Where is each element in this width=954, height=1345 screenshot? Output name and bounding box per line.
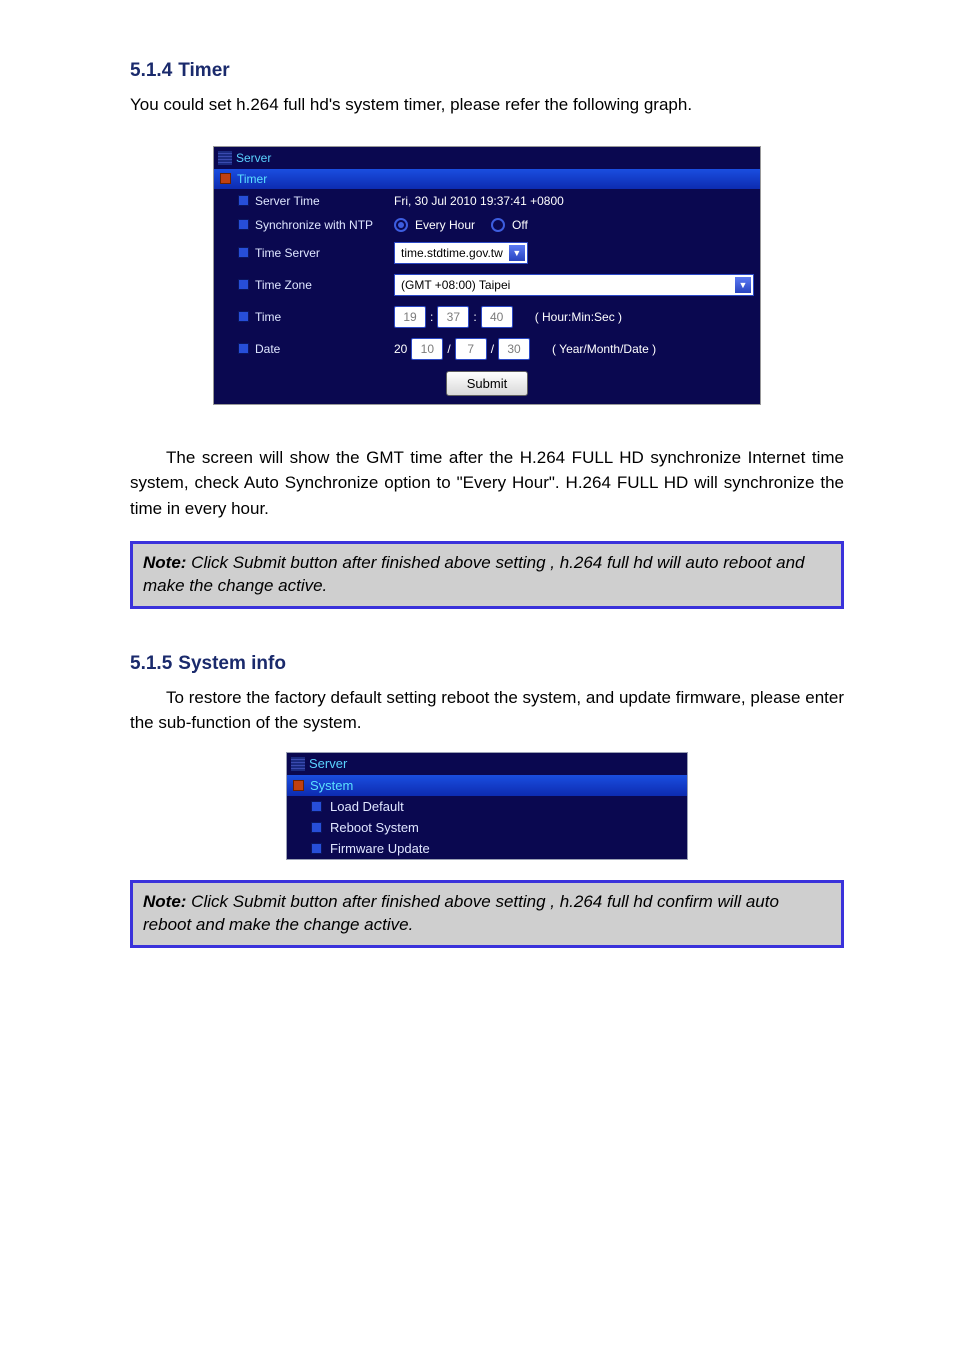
chevron-down-icon: ▼ xyxy=(509,245,525,261)
radio-every-hour[interactable] xyxy=(394,218,408,232)
label-time-zone: Time Zone xyxy=(255,278,312,292)
note-box-2: Note: Click Submit button after finished… xyxy=(130,880,844,948)
menu-item-firmware-update[interactable]: Firmware Update xyxy=(287,838,687,859)
radio-off[interactable] xyxy=(491,218,505,232)
input-second[interactable]: 40 xyxy=(481,306,513,328)
input-year[interactable]: 10 xyxy=(411,338,443,360)
value-server-time: Fri, 30 Jul 2010 19:37:41 +0800 xyxy=(394,194,564,208)
system-panel: Server System Load Default Reboot System… xyxy=(286,752,688,860)
section-header-system[interactable]: System xyxy=(287,775,687,796)
section-header-timer[interactable]: Timer xyxy=(214,169,760,189)
row-sync-ntp: Synchronize with NTP Every Hour Off xyxy=(214,213,760,237)
label-time: Time xyxy=(255,310,281,324)
bullet-icon xyxy=(238,343,249,354)
section-title: Timer xyxy=(237,172,267,186)
label-date: Date xyxy=(255,342,280,356)
submit-button[interactable]: Submit xyxy=(446,371,528,396)
menu-item-label: Reboot System xyxy=(330,820,419,835)
panel-titlebar: Server xyxy=(214,147,760,169)
heading-timer: 5.1.4 Timer xyxy=(130,60,844,82)
timer-intro-paragraph: You could set h.264 full hd's system tim… xyxy=(130,92,844,118)
heading-system: 5.1.5 System info xyxy=(130,653,844,675)
heading-title: Timer xyxy=(178,60,229,82)
input-month[interactable]: 7 xyxy=(455,338,487,360)
bullet-icon xyxy=(311,801,322,812)
note-box-1: Note: Click Submit button after finished… xyxy=(130,541,844,609)
bullet-icon xyxy=(311,822,322,833)
heading-title: System info xyxy=(178,653,286,675)
timer-panel: Server Timer Server Time Fri, 30 Jul 201… xyxy=(213,146,761,405)
submit-row: Submit xyxy=(214,365,760,404)
slash-separator: / xyxy=(491,342,494,356)
row-server-time: Server Time Fri, 30 Jul 2010 19:37:41 +0… xyxy=(214,189,760,213)
menu-item-reboot-system[interactable]: Reboot System xyxy=(287,817,687,838)
bullet-icon xyxy=(238,279,249,290)
colon-separator: : xyxy=(430,310,433,324)
bullet-icon xyxy=(311,843,322,854)
label-sync-ntp: Synchronize with NTP xyxy=(255,218,373,232)
timer-intro-tail: 's system timer, please refer the follow… xyxy=(329,95,692,114)
timer-intro-lead: You could set h.264 full hd xyxy=(130,95,329,114)
panel-titlebar: Server xyxy=(287,753,687,775)
input-hour[interactable]: 19 xyxy=(394,306,426,328)
radio-off-label: Off xyxy=(512,218,528,232)
date-unit-label: ( Year/Month/Date ) xyxy=(552,342,656,356)
time-unit-label: ( Hour:Min:Sec ) xyxy=(535,310,622,324)
note-body: Click Submit button after finished above… xyxy=(143,892,779,934)
menu-item-label: Load Default xyxy=(330,799,404,814)
note-head: Note: xyxy=(143,892,186,911)
select-time-zone-value: (GMT +08:00) Taipei xyxy=(401,278,510,292)
note-body: Click Submit button after finished above… xyxy=(143,553,805,595)
colon-separator: : xyxy=(473,310,476,324)
section-title: System xyxy=(310,778,353,793)
input-day[interactable]: 30 xyxy=(498,338,530,360)
input-minute[interactable]: 37 xyxy=(437,306,469,328)
row-time-server: Time Server time.stdtime.gov.tw ▼ xyxy=(214,237,760,269)
date-prefix: 20 xyxy=(394,342,407,356)
timer-followup-paragraph: The screen will show the GMT time after … xyxy=(130,445,844,522)
panel-title-text: Server xyxy=(309,756,347,771)
bullet-icon xyxy=(293,780,304,791)
row-date: Date 20 10 / 7 / 30 ( Year/Month/Date ) xyxy=(214,333,760,365)
chevron-down-icon: ▼ xyxy=(735,277,751,293)
label-time-server: Time Server xyxy=(255,246,320,260)
system-intro-paragraph: To restore the factory default setting r… xyxy=(130,685,844,736)
bullet-icon xyxy=(220,173,231,184)
bullet-icon xyxy=(238,247,249,258)
select-time-zone[interactable]: (GMT +08:00) Taipei ▼ xyxy=(394,274,754,296)
titlebar-grip-icon xyxy=(291,757,305,771)
row-time-zone: Time Zone (GMT +08:00) Taipei ▼ xyxy=(214,269,760,301)
select-time-server[interactable]: time.stdtime.gov.tw ▼ xyxy=(394,242,528,264)
row-time: Time 19 : 37 : 40 ( Hour:Min:Sec ) xyxy=(214,301,760,333)
heading-number: 5.1.5 xyxy=(130,653,172,675)
slash-separator: / xyxy=(447,342,450,356)
bullet-icon xyxy=(238,219,249,230)
label-server-time: Server Time xyxy=(255,194,320,208)
titlebar-grip-icon xyxy=(218,151,232,165)
bullet-icon xyxy=(238,311,249,322)
bullet-icon xyxy=(238,195,249,206)
note-head: Note: xyxy=(143,553,186,572)
radio-every-hour-label: Every Hour xyxy=(415,218,475,232)
menu-item-label: Firmware Update xyxy=(330,841,430,856)
panel-title-text: Server xyxy=(236,151,271,165)
menu-item-load-default[interactable]: Load Default xyxy=(287,796,687,817)
heading-number: 5.1.4 xyxy=(130,60,172,82)
select-time-server-value: time.stdtime.gov.tw xyxy=(401,246,503,260)
